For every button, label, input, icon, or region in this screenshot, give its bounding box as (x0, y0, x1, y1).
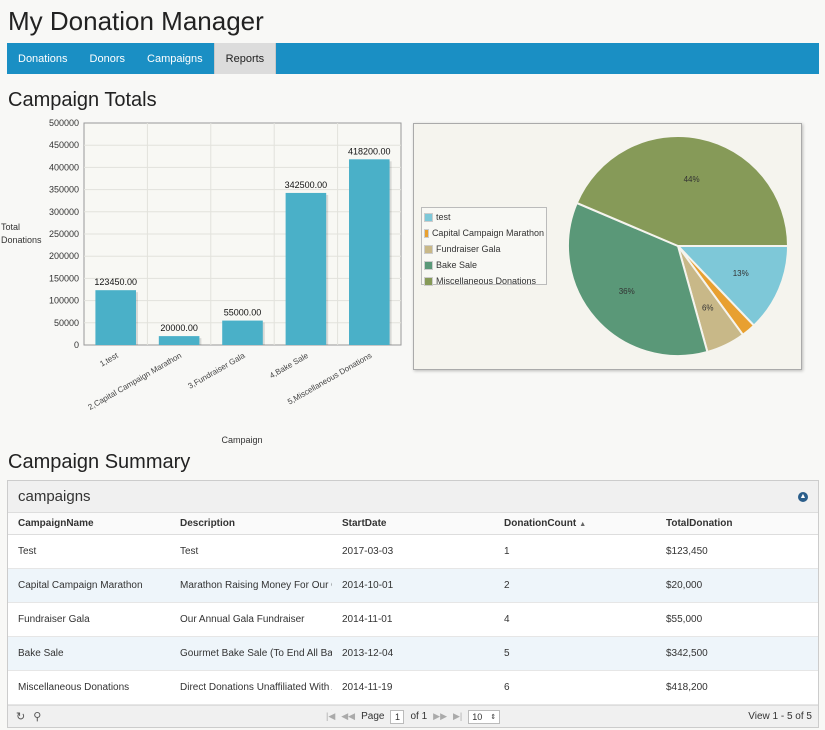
view-records-text: View 1 - 5 of 5 (748, 711, 812, 722)
sort-icon: ▲ (579, 521, 587, 528)
table-cell: $20,000 (666, 580, 703, 591)
column-header-donationcount[interactable]: DonationCount ▲ (494, 518, 656, 529)
table-cell: 4 (504, 614, 510, 625)
legend-label: Miscellaneous Donations (436, 276, 537, 286)
table-cell: $418,200 (666, 682, 708, 693)
table-cell: Gourmet Bake Sale (To End All Bake (180, 648, 332, 659)
page-input[interactable]: 1 (390, 709, 405, 724)
table-cell: Capital Campaign Marathon (18, 580, 143, 591)
table-cell: Marathon Raising Money For Our Ca (180, 580, 332, 591)
table-cell: Test (180, 546, 199, 557)
select-arrows-icon: ⇕ (490, 713, 497, 721)
refresh-icon[interactable]: ↻ (16, 710, 25, 723)
table-cell: 2017-03-03 (342, 546, 394, 557)
grid-header: CampaignName Description StartDate Donat… (8, 513, 818, 535)
legend-swatch (424, 228, 429, 238)
legend-swatch (424, 212, 433, 222)
column-header-description[interactable]: Description (170, 518, 332, 529)
legend-label: Capital Campaign Marathon (431, 228, 544, 238)
grid-pager: ↻ ⚲ |◀ ◀◀ Page 1 of 1 ▶▶ ▶| 10 ⇕ View 1 -… (8, 705, 818, 727)
rows-per-page-select[interactable]: 10 ⇕ (468, 709, 501, 724)
grid-body: Test Test 2017-03-03 1 $123,450 Capital Campa… (8, 535, 818, 705)
collapse-icon[interactable]: ▲ (798, 491, 808, 502)
table-cell: $55,000 (666, 614, 703, 625)
table-row[interactable]: Bake Sale Gourmet Bake Sale (To End All B… (8, 637, 818, 671)
column-header-totaldonation[interactable]: TotalDonation (656, 518, 818, 529)
table-cell: $342,500 (666, 648, 708, 659)
legend-label: test (436, 212, 451, 222)
prev-page-icon[interactable]: ◀◀ (341, 711, 355, 722)
table-cell: Test (18, 546, 37, 557)
pie-slice-label: 36% (619, 287, 635, 296)
column-header-startdate[interactable]: StartDate (332, 518, 494, 529)
table-cell: 2 (504, 580, 510, 591)
legend-label: Bake Sale (436, 260, 478, 270)
campaigns-grid: campaigns ▲ CampaignName Description Sta… (7, 480, 819, 728)
table-cell: 1 (504, 546, 510, 557)
first-page-icon[interactable]: |◀ (326, 711, 335, 722)
pie-legend: test Capital Campaign Marathon Fundraise… (421, 207, 547, 286)
table-cell: 2014-10-01 (342, 580, 394, 591)
table-cell: 2014-11-01 (342, 614, 393, 625)
table-cell: Bake Sale (18, 648, 64, 659)
x-axis-label: Campaign (221, 435, 262, 445)
page-of-label: of 1 (410, 711, 428, 722)
rows-per-page-value: 10 (472, 711, 483, 722)
grid-caption-text: campaigns (18, 488, 91, 505)
table-cell: Our Annual Gala Fundraiser (180, 614, 305, 625)
grid-caption: campaigns ▲ (8, 481, 818, 513)
pie-chart: 13% 6% 36% 44% (567, 135, 790, 357)
table-cell: Fundraiser Gala (18, 614, 90, 625)
page-label: Page (361, 711, 385, 722)
campaign-summary-title: Campaign Summary (8, 451, 191, 473)
table-cell: 6 (504, 682, 510, 693)
column-header-label: DonationCount (504, 518, 577, 529)
legend-label: Fundraiser Gala (436, 244, 501, 254)
legend-item: Bake Sale (424, 257, 544, 273)
table-row[interactable]: Capital Campaign Marathon Marathon Raisin… (8, 569, 818, 603)
table-row[interactable]: Test Test 2017-03-03 1 $123,450 (8, 535, 818, 569)
legend-item: Capital Campaign Marathon (424, 225, 544, 241)
legend-item: Miscellaneous Donations (424, 273, 544, 289)
table-cell: 2013-12-04 (342, 648, 394, 659)
next-page-icon[interactable]: ▶▶ (433, 711, 447, 722)
legend-swatch (424, 260, 433, 270)
table-cell: 5 (504, 648, 510, 659)
legend-item: test (424, 209, 544, 225)
table-cell: Miscellaneous Donations (18, 682, 130, 693)
legend-swatch (424, 244, 433, 254)
pie-slice-label: 6% (702, 303, 714, 312)
legend-swatch (424, 276, 433, 286)
pie-slice-label: 44% (684, 175, 700, 184)
search-icon[interactable]: ⚲ (33, 710, 41, 723)
pie-slice-label: 13% (733, 269, 749, 278)
table-cell: $123,450 (666, 546, 708, 557)
table-row[interactable]: Fundraiser Gala Our Annual Gala Fundraise… (8, 603, 818, 637)
table-cell: 2014-11-19 (342, 682, 393, 693)
legend-item: Fundraiser Gala (424, 241, 544, 257)
column-header-campaignname[interactable]: CampaignName (8, 518, 170, 529)
table-row[interactable]: Miscellaneous Donations Direct Donations … (8, 671, 818, 705)
last-page-icon[interactable]: ▶| (453, 711, 462, 722)
table-cell: Direct Donations Unaffiliated With A (180, 682, 332, 693)
